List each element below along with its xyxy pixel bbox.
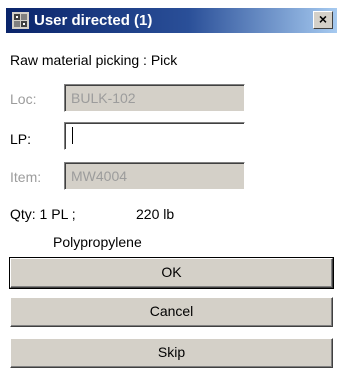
title-bar[interactable]: User directed (1) × <box>6 8 337 33</box>
loc-field: BULK-102 <box>64 84 245 112</box>
item-description: Polypropylene <box>53 234 142 250</box>
close-button[interactable]: × <box>313 11 333 29</box>
close-icon: × <box>318 11 328 27</box>
user-directed-dialog: User directed (1) × Raw material picking… <box>6 8 337 375</box>
loc-label: Loc: <box>10 91 37 107</box>
item-label: Item: <box>10 169 42 185</box>
ok-button[interactable]: OK <box>9 257 334 289</box>
weight-text: 220 lb <box>136 206 175 222</box>
task-subtitle: Raw material picking : Pick <box>10 52 178 68</box>
text-caret <box>72 127 73 144</box>
item-field: MW4004 <box>64 162 245 190</box>
qty-text: Qty: 1 PL ; <box>10 206 76 222</box>
scanner-app-icon <box>12 12 29 29</box>
window-title: User directed (1) <box>34 12 153 29</box>
lp-input[interactable] <box>64 122 245 150</box>
cancel-button[interactable]: Cancel <box>10 297 333 327</box>
lp-label: LP: <box>10 131 32 147</box>
skip-button[interactable]: Skip <box>10 338 333 368</box>
